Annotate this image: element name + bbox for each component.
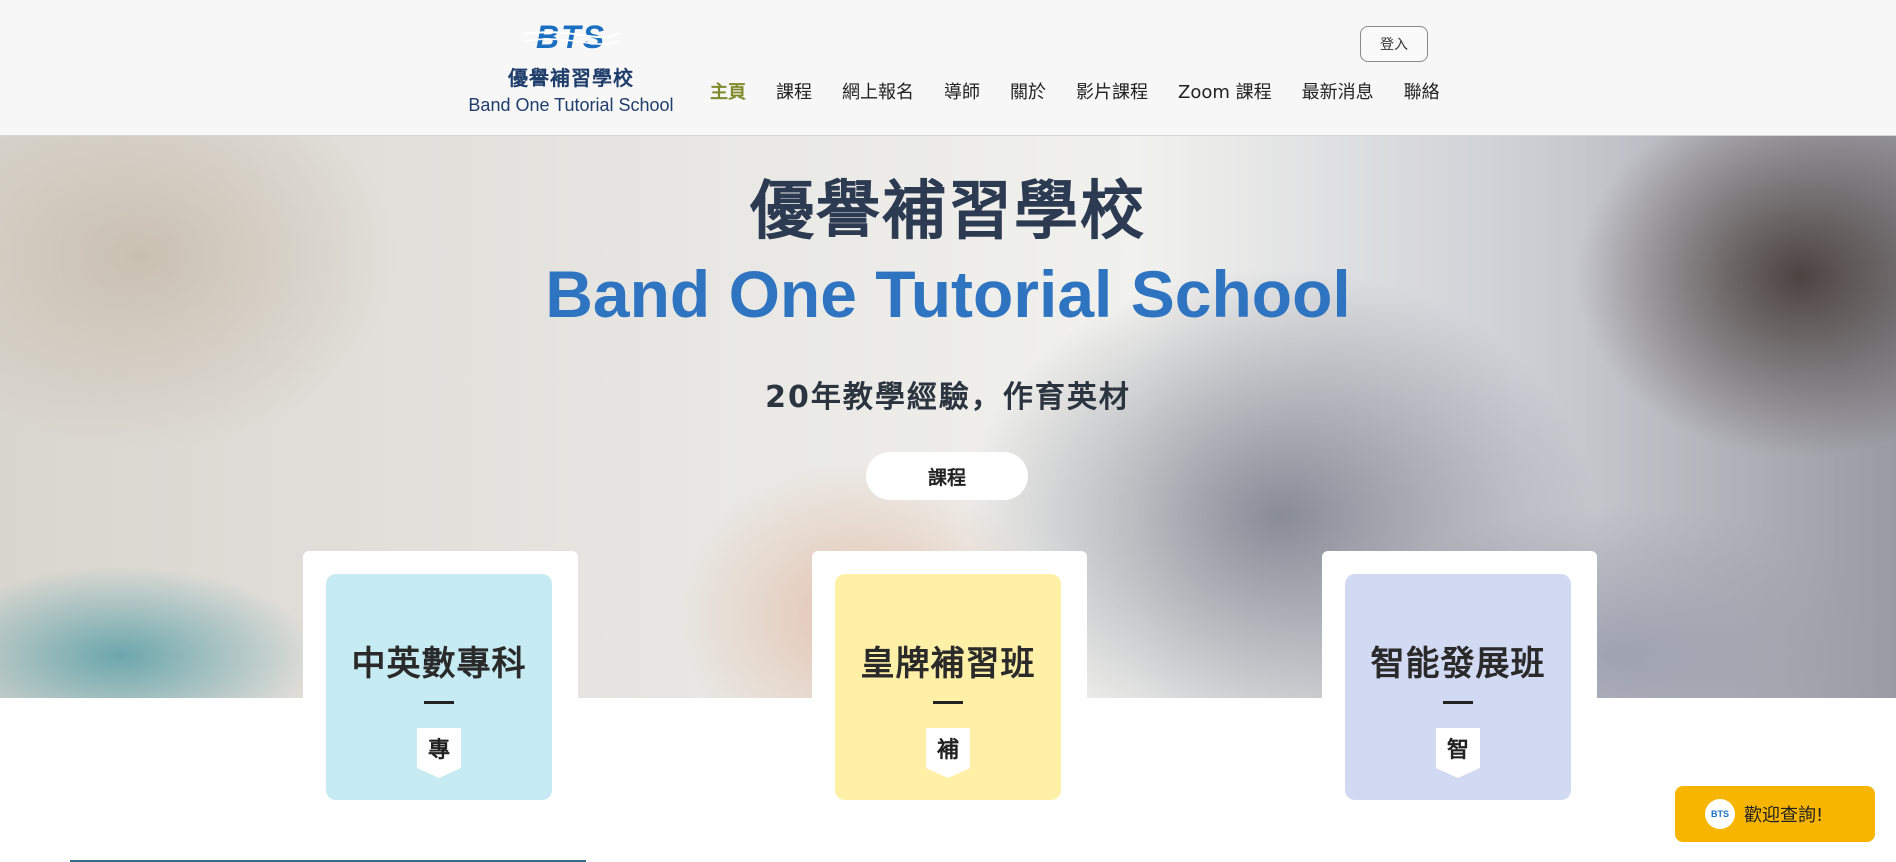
logo-name-zh: 優譽補習學校 [508,66,634,90]
course-card-title: 中英數專科 [351,644,527,684]
nav-item-about[interactable]: 關於 [995,78,1061,103]
main-nav: 主頁 課程 網上報名 導師 關於 影片課程 Zoom 課程 最新消息 聯絡 [695,78,1455,103]
course-card-panel: 皇牌補習班 補 [835,574,1061,800]
chat-avatar-icon: BTS [1705,799,1735,829]
nav-item-news[interactable]: 最新消息 [1287,78,1389,103]
hero-title-zh: 優譽補習學校 [750,175,1146,249]
chat-widget-button[interactable]: BTS 歡迎查詢! [1675,786,1875,842]
nav-item-contact[interactable]: 聯絡 [1389,78,1455,103]
nav-item-courses[interactable]: 課程 [761,78,827,103]
course-card-panel: 中英數專科 專 [326,574,552,800]
course-card-development[interactable]: 智能發展班 智 [1322,551,1597,831]
nav-item-video-courses[interactable]: 影片課程 [1061,78,1163,103]
card-divider [1443,701,1473,704]
bts-logo-mark: BTS [521,22,621,52]
course-card-title: 智能發展班 [1370,644,1546,684]
course-card-title: 皇牌補習班 [860,644,1036,684]
site-logo[interactable]: BTS 優譽補習學校 Band One Tutorial School [458,22,684,116]
course-card-panel: 智能發展班 智 [1345,574,1571,800]
chat-label: 歡迎查詢! [1744,805,1824,826]
nav-item-online-registration[interactable]: 網上報名 [827,78,929,103]
logo-name-en: Band One Tutorial School [468,95,674,115]
login-button[interactable]: 登入 [1360,26,1428,62]
course-card-tutoring[interactable]: 皇牌補習班 補 [812,551,1087,831]
hero-courses-button[interactable]: 課程 [866,452,1028,500]
hero-title-en: Band One Tutorial School [545,257,1351,331]
nav-item-zoom-courses[interactable]: Zoom 課程 [1163,78,1287,103]
card-divider [424,701,454,704]
site-header: BTS 優譽補習學校 Band One Tutorial School 主頁 課… [0,0,1896,136]
card-tag: 補 [926,728,970,778]
nav-item-tutors[interactable]: 導師 [929,78,995,103]
hero-subtitle: 20年教學經驗，作育英材 [765,380,1131,415]
card-tag: 智 [1436,728,1480,778]
course-card-subjects[interactable]: 中英數專科 專 [303,551,578,831]
nav-item-home[interactable]: 主頁 [695,78,761,103]
card-divider [933,701,963,704]
card-tag: 專 [417,728,461,778]
